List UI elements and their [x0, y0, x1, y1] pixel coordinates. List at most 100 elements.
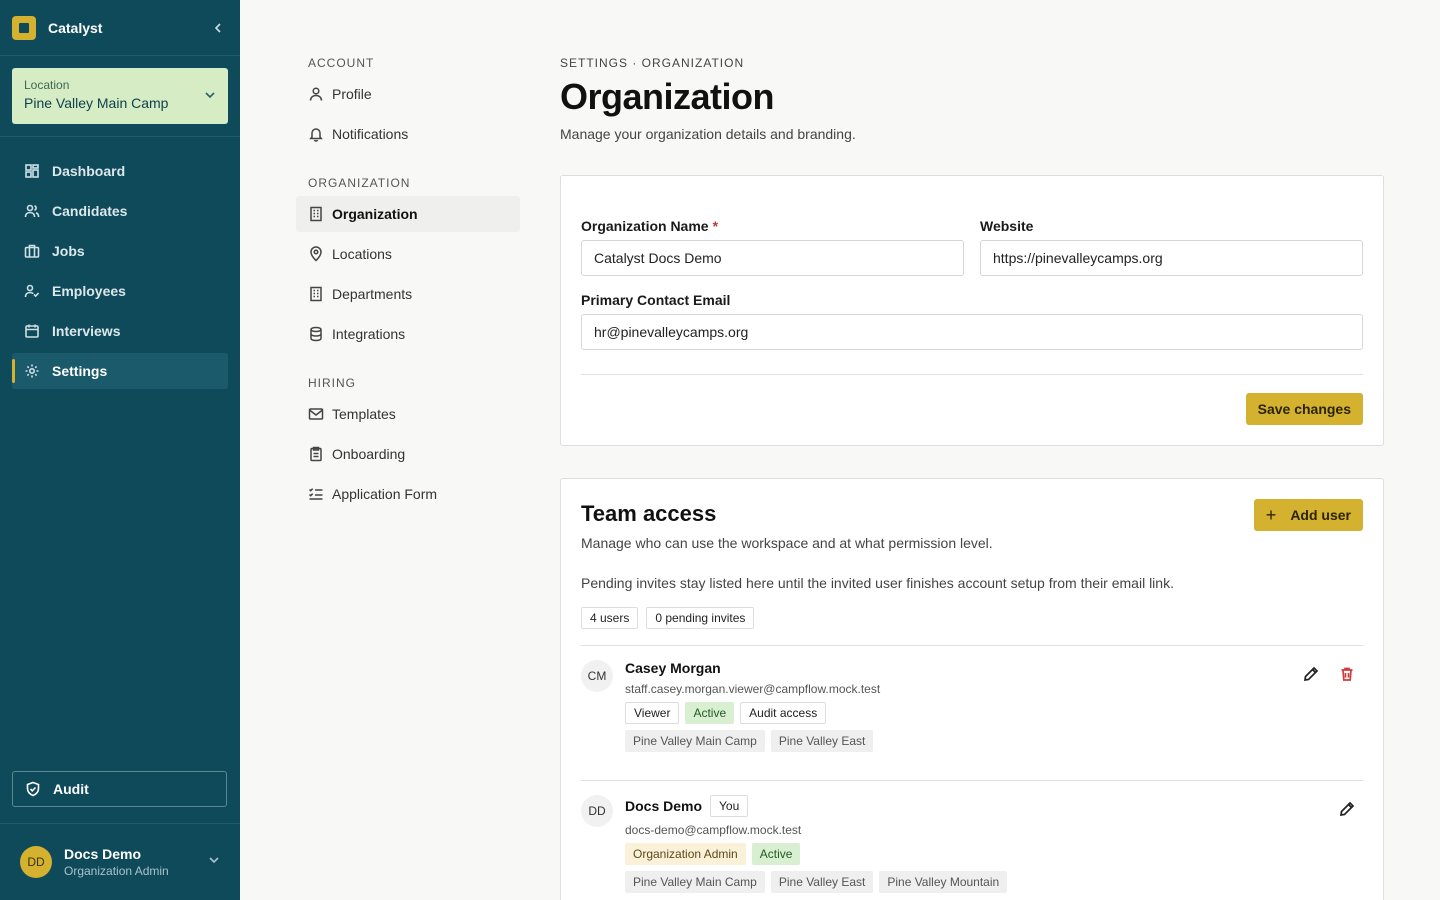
map-pin-icon: [310, 246, 322, 262]
settings-item-label: Departments: [332, 286, 413, 302]
settings-nav: ACCOUNT Profile Notifications ORGANIZATI…: [296, 56, 520, 516]
role-badge: Viewer: [625, 702, 680, 724]
sidebar-item-candidates[interactable]: Candidates: [12, 193, 228, 229]
team-note: Pending invites stay listed here until t…: [581, 575, 1174, 591]
team-member-row: CM Casey Morgan staff.casey.morgan.viewe…: [581, 646, 1363, 781]
contact-email-input[interactable]: hr@pinevalleycamps.org: [581, 314, 1363, 350]
trash-icon[interactable]: [1339, 666, 1355, 687]
settings-section-organization: ORGANIZATION: [308, 176, 411, 190]
member-email: docs-demo@campflow.mock.test: [625, 823, 802, 837]
user-menu[interactable]: DD Docs Demo Organization Admin: [0, 823, 240, 900]
settings-item-profile[interactable]: Profile: [296, 76, 520, 112]
plus-icon: +: [1265, 504, 1277, 525]
page-title: Organization: [560, 76, 775, 117]
organization-name-label: Organization Name: [581, 218, 709, 234]
sidebar-item-label: Employees: [52, 283, 126, 299]
organization-name-field: Organization Name * Catalyst Docs Demo: [581, 218, 964, 276]
settings-item-label: Integrations: [332, 326, 406, 342]
building-icon: [310, 286, 322, 302]
team-counts: 4 users 0 pending invites: [581, 607, 1363, 629]
settings-item-label: Application Form: [332, 486, 438, 502]
audit-button[interactable]: Audit: [12, 771, 227, 807]
settings-item-application-form[interactable]: Application Form: [296, 476, 520, 512]
edit-pencil-icon[interactable]: [1339, 801, 1355, 822]
settings-item-departments[interactable]: Departments: [296, 276, 520, 312]
settings-item-notifications[interactable]: Notifications: [296, 116, 520, 152]
settings-item-locations[interactable]: Locations: [296, 236, 520, 272]
main-content: SETTINGS · ORGANIZATION Organization Man…: [560, 56, 1384, 900]
sidebar-item-label: Dashboard: [52, 163, 126, 179]
location-tag: Pine Valley Mountain: [879, 871, 1008, 893]
settings-section-hiring: HIRING: [308, 376, 356, 390]
user-info: Docs Demo Organization Admin: [64, 846, 208, 878]
avatar: DD: [20, 846, 52, 878]
edit-pencil-icon[interactable]: [1303, 666, 1319, 687]
settings-item-onboarding[interactable]: Onboarding: [296, 436, 520, 472]
user-role: Organization Admin: [64, 864, 169, 878]
status-badge: Active: [685, 702, 735, 724]
database-icon: [310, 326, 322, 342]
you-badge: You: [710, 795, 749, 817]
brand-header: Catalyst: [0, 0, 240, 56]
team-access-card: Team access Manage who can use the works…: [560, 478, 1384, 900]
sidebar-item-jobs[interactable]: Jobs: [12, 233, 228, 269]
user-icon: [309, 87, 323, 101]
website-label: Website: [980, 218, 1034, 234]
dashboard-icon: [25, 164, 39, 178]
sidebar: Catalyst Location Pine Valley Main Camp …: [0, 0, 240, 900]
sidebar-item-employees[interactable]: Employees: [12, 273, 228, 309]
sidebar-item-label: Candidates: [52, 203, 128, 219]
team-title: Team access: [581, 501, 717, 526]
location-tag: Pine Valley Main Camp: [625, 730, 765, 752]
add-user-button[interactable]: + Add user: [1253, 499, 1363, 531]
contact-email-label: Primary Contact Email: [581, 292, 731, 308]
organization-name-input[interactable]: Catalyst Docs Demo: [581, 240, 964, 276]
sidebar-item-settings[interactable]: Settings: [12, 353, 228, 389]
location-selector[interactable]: Location Pine Valley Main Camp: [12, 68, 228, 124]
settings-item-label: Organization: [332, 206, 418, 222]
member-name: Casey Morgan: [625, 660, 721, 676]
user-check-icon: [24, 284, 40, 298]
audit-label: Audit: [53, 781, 89, 797]
save-button[interactable]: Save changes: [1245, 393, 1363, 425]
role-badge: Organization Admin: [625, 843, 746, 865]
main-nav: Dashboard Candidates Jobs Employees Inte…: [0, 137, 240, 389]
settings-item-organization[interactable]: Organization: [296, 196, 520, 232]
bell-icon: [309, 128, 323, 142]
sidebar-item-interviews[interactable]: Interviews: [12, 313, 228, 349]
list-check-icon: [308, 488, 323, 500]
required-mark: *: [712, 218, 719, 234]
users-count-badge: 4 users: [581, 607, 639, 629]
location-label: Location: [24, 78, 70, 92]
settings-item-integrations[interactable]: Integrations: [296, 316, 520, 352]
status-badge: Active: [751, 843, 801, 865]
form-divider: [581, 374, 1363, 375]
location-tag: Pine Valley East: [770, 730, 874, 752]
location-value: Pine Valley Main Camp: [24, 95, 169, 111]
sidebar-item-label: Interviews: [52, 323, 121, 339]
building-icon: [310, 206, 322, 222]
member-email: staff.casey.morgan.viewer@campflow.mock.…: [625, 682, 881, 696]
avatar: DD: [581, 795, 613, 827]
add-user-label: Add user: [1290, 507, 1351, 523]
settings-item-templates[interactable]: Templates: [296, 396, 520, 432]
location-tag: Pine Valley East: [770, 871, 874, 893]
brand-name: Catalyst: [48, 19, 103, 36]
sidebar-item-label: Jobs: [52, 243, 85, 259]
user-name: Docs Demo: [64, 846, 142, 862]
gear-icon: [25, 364, 39, 378]
clipboard-icon: [310, 446, 322, 462]
pending-invites-badge: 0 pending invites: [646, 607, 755, 629]
breadcrumb: SETTINGS · ORGANIZATION: [560, 56, 745, 70]
sidebar-item-label: Settings: [52, 363, 108, 379]
location-tag: Pine Valley Main Camp: [625, 871, 765, 893]
contact-email-field: Primary Contact Email hr@pinevalleycamps…: [581, 292, 1363, 350]
settings-item-label: Locations: [332, 246, 392, 262]
avatar: CM: [581, 660, 613, 692]
organization-card: Organization Name * Catalyst Docs Demo We…: [560, 175, 1384, 446]
settings-section-account: ACCOUNT: [308, 56, 375, 70]
team-description: Manage who can use the workspace and at …: [581, 535, 993, 551]
sidebar-item-dashboard[interactable]: Dashboard: [12, 153, 228, 189]
chevron-left-icon[interactable]: [208, 18, 228, 38]
website-input[interactable]: https://pinevalleycamps.org: [980, 240, 1363, 276]
